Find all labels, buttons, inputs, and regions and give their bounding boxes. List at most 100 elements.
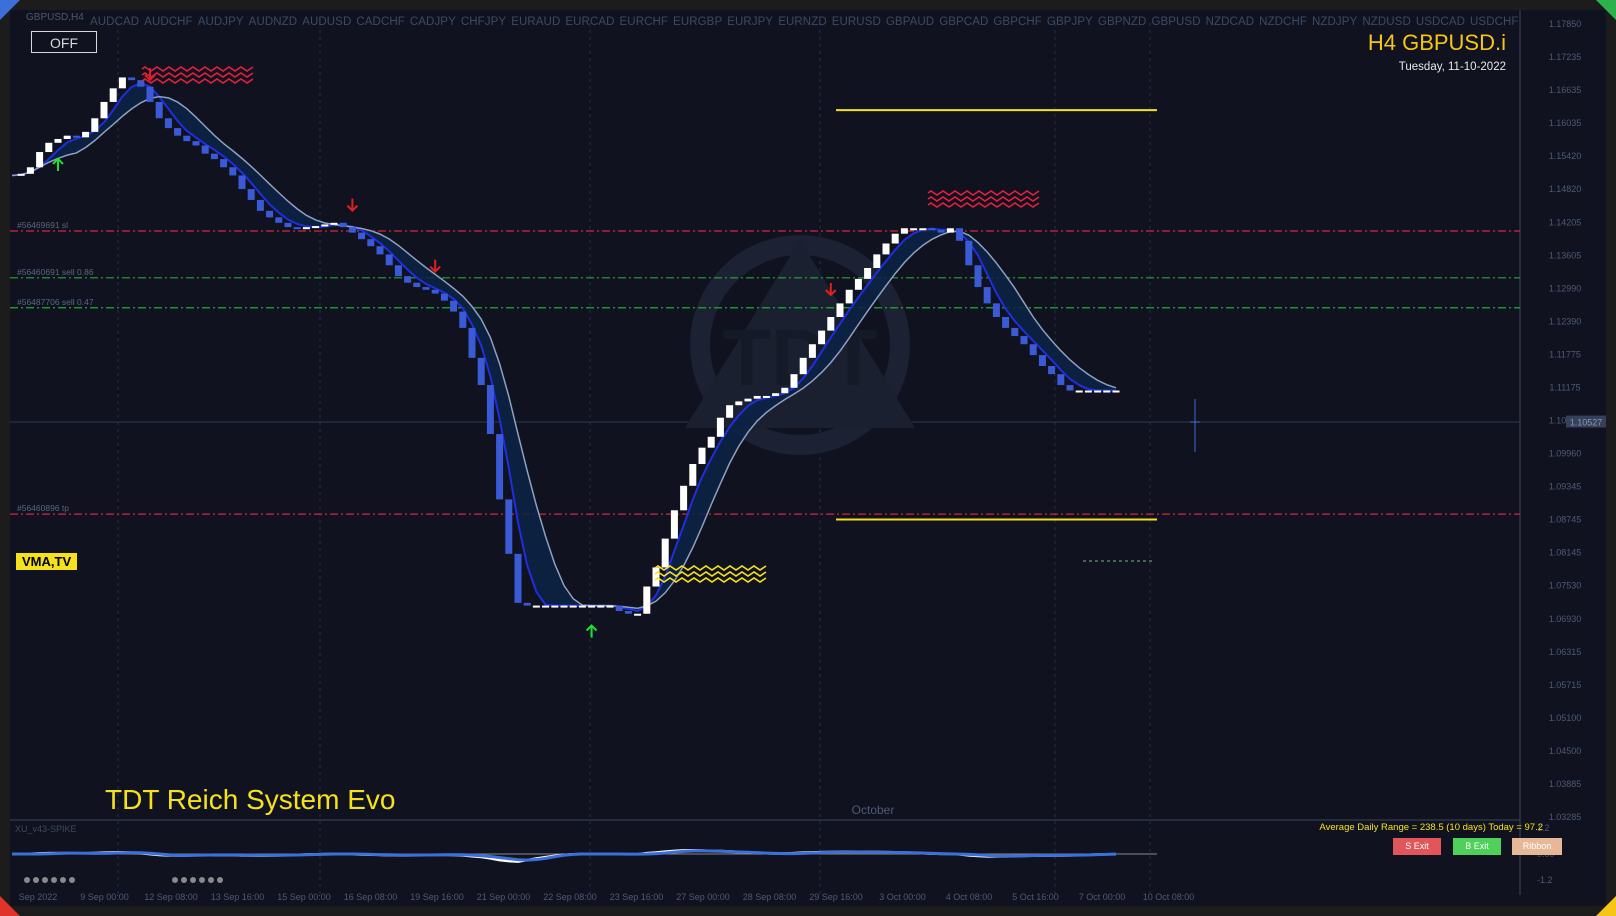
candle <box>284 222 292 228</box>
candle <box>238 175 246 190</box>
symbol-tab-eurgbp[interactable]: EURGBP <box>673 16 722 28</box>
symbol-tab-eurchf[interactable]: EURCHF <box>620 16 669 28</box>
symbol-tab-nzdjpy[interactable]: NZDJPY <box>1312 16 1357 28</box>
price-tick-label: 1.16635 <box>1549 85 1582 95</box>
symbol-tab-eurnzd[interactable]: EURNZD <box>778 16 827 28</box>
candle <box>496 434 504 500</box>
symbol-tab-cadchf[interactable]: CADCHF <box>356 16 405 28</box>
ribbon-button[interactable]: Ribbon <box>1512 838 1562 855</box>
oscillator-signal-line <box>12 849 1117 862</box>
symbol-tab-gbpaud[interactable]: GBPAUD <box>886 16 934 28</box>
candle <box>983 287 991 304</box>
month-label: October <box>852 803 895 817</box>
symbol-tab-nzdchf[interactable]: NZDCHF <box>1259 16 1307 28</box>
symbol-tab-chfjpy[interactable]: CHFJPY <box>461 16 506 28</box>
candle <box>946 228 954 233</box>
candle <box>854 278 862 290</box>
candle <box>321 224 329 227</box>
candle <box>753 395 761 399</box>
candle <box>891 233 899 244</box>
candle <box>882 243 890 255</box>
symbol-tab-usdchf[interactable]: USDCHF <box>1470 16 1519 28</box>
time-tick-label: 22 Sep 08:00 <box>543 892 597 902</box>
symbol-tab-audusd[interactable]: AUDUSD <box>302 16 351 28</box>
price-tick-label: 1.05100 <box>1549 713 1582 723</box>
candle <box>348 227 356 233</box>
candle <box>358 232 366 240</box>
symbol-tab-gbpcad[interactable]: GBPCAD <box>939 16 988 28</box>
candle <box>634 613 642 616</box>
price-tick-label: 1.16035 <box>1549 118 1582 128</box>
candle <box>210 153 218 160</box>
candle <box>422 287 430 290</box>
candle <box>17 173 25 176</box>
candle <box>965 240 973 266</box>
symbol-tab-eurcad[interactable]: EURCAD <box>565 16 614 28</box>
symbol-tab-audjpy[interactable]: AUDJPY <box>198 16 244 28</box>
candle <box>82 131 90 138</box>
symbol-tab-audnzd[interactable]: AUDNZD <box>249 16 298 28</box>
time-tick-label: Sep 2022 <box>19 892 58 902</box>
candle <box>514 553 522 603</box>
candle <box>45 142 53 153</box>
candle <box>146 86 154 102</box>
time-tick-label: 16 Sep 08:00 <box>344 892 398 902</box>
price-tick-label: 1.07530 <box>1549 581 1582 591</box>
oscillator-dot <box>69 877 75 883</box>
symbol-tab-gbpnzd[interactable]: GBPNZD <box>1098 16 1147 28</box>
time-tick-label: 29 Sep 16:00 <box>809 892 863 902</box>
candle <box>174 128 182 136</box>
symbol-tab-eurusd[interactable]: EURUSD <box>832 16 881 28</box>
symbol-tab-gbpusd[interactable]: GBPUSD <box>1151 16 1200 28</box>
candle <box>183 135 191 142</box>
sell-signal-arrow <box>346 198 359 213</box>
candle <box>266 210 274 218</box>
symbol-tab-nzdusd[interactable]: NZDUSD <box>1362 16 1411 28</box>
symbol-tab-eurjpy[interactable]: EURJPY <box>727 16 773 28</box>
candle <box>956 228 964 241</box>
candle <box>781 387 789 394</box>
symbol-tab-audcad[interactable]: AUDCAD <box>90 16 139 28</box>
symbol-tab-euraud[interactable]: EURAUD <box>511 16 560 28</box>
candle <box>229 167 237 176</box>
oscillator-dot <box>42 877 48 883</box>
symbol-selector-bar: AUDCAD AUDCHF AUDJPY AUDNZD AUDUSD CADCHF CADJ… <box>90 16 1550 30</box>
candle <box>450 300 458 312</box>
candle <box>1048 366 1056 375</box>
symbol-tab-audchf[interactable]: AUDCHF <box>144 16 193 28</box>
price-chart[interactable]: TDT #56469691 sl#56460691 sell 0.86#5648… <box>0 0 1616 916</box>
candle <box>735 401 743 406</box>
b-exit-button[interactable]: B Exit <box>1453 838 1501 855</box>
time-tick-label: 3 Oct 00:00 <box>879 892 926 902</box>
candle <box>772 393 780 396</box>
candle <box>118 77 126 89</box>
candle <box>578 605 586 608</box>
oscillator-dot <box>172 877 178 883</box>
candle <box>992 303 1000 318</box>
candle <box>606 605 614 608</box>
time-tick-label: 27 Sep 00:00 <box>676 892 730 902</box>
candle <box>1057 374 1065 386</box>
time-tick-label: 21 Sep 00:00 <box>477 892 531 902</box>
off-button[interactable]: OFF <box>31 31 97 53</box>
s-exit-button[interactable]: S Exit <box>1393 838 1441 855</box>
symbol-tab-nzdcad[interactable]: NZDCAD <box>1206 16 1255 28</box>
symbol-tab-gbpjpy[interactable]: GBPJPY <box>1047 16 1093 28</box>
oscillator-dot <box>24 877 30 883</box>
candle <box>919 228 927 231</box>
price-tick-label: 1.15420 <box>1549 151 1582 161</box>
symbol-tab-cadjpy[interactable]: CADJPY <box>410 16 456 28</box>
candle <box>615 605 623 612</box>
candle <box>928 228 936 231</box>
oscillator-tick-label: -1.2 <box>1537 875 1553 885</box>
candle <box>164 118 172 129</box>
symbol-tab-gbpchf[interactable]: GBPCHF <box>993 16 1042 28</box>
candle <box>707 436 715 448</box>
price-tick-label: 1.08745 <box>1549 515 1582 525</box>
symbol-tab-usdcad[interactable]: USDCAD <box>1416 16 1465 28</box>
candle <box>560 605 568 608</box>
candle <box>137 80 145 87</box>
ribbon-fast-line <box>11 82 1116 613</box>
oscillator-dot <box>51 877 57 883</box>
candle <box>220 159 228 168</box>
